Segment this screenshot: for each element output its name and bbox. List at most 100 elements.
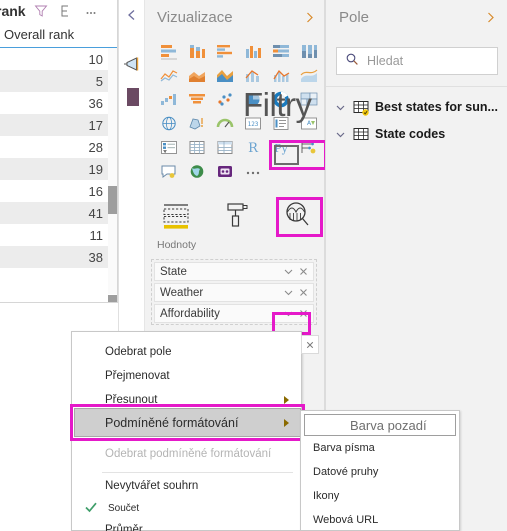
chevron-left-icon[interactable] xyxy=(125,8,139,22)
field-context-menu[interactable]: Odebrat pole Přejmenovat Přesunout Podmí… xyxy=(70,331,305,531)
table-row[interactable]: 11 xyxy=(0,224,117,246)
table-row[interactable]: 10 xyxy=(0,48,117,70)
visualizations-title: Vizualizace xyxy=(157,8,233,26)
field-table-best-states[interactable]: Best states for sun... xyxy=(334,100,498,116)
chevron-down-icon[interactable] xyxy=(282,265,295,278)
visual-resize-handle[interactable] xyxy=(108,295,117,302)
visual-icon-clustered-column-chart[interactable] xyxy=(239,40,266,63)
visual-icon-gauge[interactable] xyxy=(211,112,238,135)
context-menu-item-remove-field[interactable]: Odebrat pole xyxy=(72,340,301,364)
visual-icon-more-visuals[interactable] xyxy=(239,160,266,183)
format-tab[interactable] xyxy=(218,196,257,236)
conditional-formatting-submenu[interactable]: Barva pozadí Barva písma Datové pruhy Ik… xyxy=(300,410,460,531)
visual-icon-stacked-area-chart[interactable] xyxy=(211,64,238,87)
visual-icon-matrix[interactable] xyxy=(211,136,238,159)
chevron-right-icon[interactable] xyxy=(484,11,497,24)
submenu-item-web-url[interactable]: Webová URL xyxy=(301,508,459,531)
table-visual-header: rank xyxy=(0,0,117,22)
more-options-icon[interactable] xyxy=(84,4,98,18)
visual-icon-line-chart[interactable] xyxy=(155,64,182,87)
search-icon xyxy=(345,52,359,71)
context-menu-item-label: Odebrat pole xyxy=(105,346,172,358)
well-item-label: Weather xyxy=(160,286,204,299)
table-row[interactable]: 36 xyxy=(0,92,117,114)
visual-icon-line-and-clustered-column-chart[interactable] xyxy=(267,64,294,87)
visual-icon-arcgis-map[interactable] xyxy=(183,160,210,183)
fields-tab[interactable] xyxy=(157,196,196,236)
chevron-down-icon[interactable] xyxy=(334,128,347,141)
table-visual: rank Overall rank xyxy=(0,0,118,303)
cell-value: 11 xyxy=(89,227,104,243)
visual-icon-clustered-bar-chart[interactable] xyxy=(211,40,238,63)
search-box[interactable]: Hledat xyxy=(336,47,498,75)
submenu-item-label: Datové pruhy xyxy=(313,466,379,478)
remove-icon[interactable] xyxy=(297,286,310,299)
table-scrollbar-thumb[interactable] xyxy=(108,186,117,214)
context-menu-item-do-not-summarize[interactable]: Nevytvářet souhrn xyxy=(72,474,301,498)
submenu-item-font-color[interactable]: Barva písma xyxy=(301,436,459,460)
context-menu-item-average[interactable]: Průměr xyxy=(72,518,301,531)
visual-icon-waterfall-chart[interactable] xyxy=(155,88,182,111)
table-column-header[interactable]: Overall rank xyxy=(0,22,117,48)
focus-mode-icon[interactable] xyxy=(59,4,73,18)
context-menu-item-label: Přejmenovat xyxy=(105,370,170,382)
pane-rail-stub xyxy=(127,88,139,106)
table-row[interactable]: 17 xyxy=(0,114,117,136)
visualizations-header: Vizualizace xyxy=(145,0,324,34)
table-scrollbar-track[interactable] xyxy=(108,48,117,294)
chevron-down-icon[interactable] xyxy=(282,286,295,299)
cell-value: 17 xyxy=(88,117,103,133)
context-menu-item-rename[interactable]: Přejmenovat xyxy=(72,364,301,388)
cell-value: 36 xyxy=(88,95,103,111)
submenu-item-label: Barva pozadí xyxy=(350,417,427,433)
filtry-watermark-label: Filtry xyxy=(243,86,312,123)
chevron-right-icon[interactable] xyxy=(303,11,316,24)
visual-icon-filled-map[interactable] xyxy=(183,112,210,135)
visual-icon-100-stacked-column-chart[interactable] xyxy=(295,40,322,63)
well-item-weather[interactable]: Weather xyxy=(154,283,314,302)
cell-value: 16 xyxy=(88,183,103,199)
highlight-fields-tab xyxy=(276,197,323,237)
visual-icon-q-and-a[interactable] xyxy=(155,160,182,183)
remove-icon[interactable] xyxy=(297,265,310,278)
submenu-item-icons[interactable]: Ikony xyxy=(301,484,459,508)
selected-table-icon-outline xyxy=(274,145,299,165)
filter-pane-icon[interactable] xyxy=(123,55,141,73)
context-menu-item-conditional-formatting[interactable]: Podmíněné formátování xyxy=(74,408,301,437)
context-menu-item-sum[interactable]: Součet xyxy=(72,496,301,520)
check-icon xyxy=(84,500,98,517)
table-row[interactable]: 5 xyxy=(0,70,117,92)
visual-icon-map[interactable] xyxy=(155,112,182,135)
chevron-down-icon[interactable] xyxy=(334,101,347,114)
cell-value: 5 xyxy=(95,73,103,89)
visual-icon-scatter-chart[interactable] xyxy=(211,88,238,111)
table-row[interactable]: 16 xyxy=(0,180,117,202)
table-row[interactable]: 28 xyxy=(0,136,117,158)
visual-icon-ribbon-chart[interactable] xyxy=(295,64,322,87)
context-menu-item-label: Součet xyxy=(108,502,140,514)
visual-icon-table[interactable] xyxy=(183,136,210,159)
context-menu-item-label: Odebrat podmíněné formátování xyxy=(105,448,272,460)
table-row[interactable]: 41 xyxy=(0,202,117,224)
visual-icon-stacked-column-chart[interactable] xyxy=(183,40,210,63)
visual-icon-funnel-chart[interactable] xyxy=(183,88,210,111)
visual-icon-line-and-stacked-column-chart[interactable] xyxy=(239,64,266,87)
well-item-remove-button[interactable] xyxy=(301,335,319,354)
submenu-item-background-color[interactable]: Barva pozadí xyxy=(304,414,456,436)
table-icon xyxy=(353,127,369,141)
visual-icon-100-stacked-bar-chart[interactable] xyxy=(267,40,294,63)
visual-icon-stacked-bar-chart[interactable] xyxy=(155,40,182,63)
visual-icon-area-chart[interactable] xyxy=(183,64,210,87)
well-item-label: Affordability xyxy=(160,307,220,320)
visual-icon-paginated-report[interactable] xyxy=(211,160,238,183)
visual-icon-r-script-visual[interactable]: R xyxy=(239,136,266,159)
filter-icon[interactable] xyxy=(34,4,48,18)
table-visual-title: rank xyxy=(0,3,26,19)
search-placeholder: Hledat xyxy=(367,54,404,68)
field-table-state-codes[interactable]: State codes xyxy=(334,127,445,141)
table-row[interactable]: 38 xyxy=(0,246,117,268)
visual-icon-slicer[interactable] xyxy=(155,136,182,159)
well-item-state[interactable]: State xyxy=(154,262,314,281)
submenu-item-data-bars[interactable]: Datové pruhy xyxy=(301,460,459,484)
table-row[interactable]: 19 xyxy=(0,158,117,180)
